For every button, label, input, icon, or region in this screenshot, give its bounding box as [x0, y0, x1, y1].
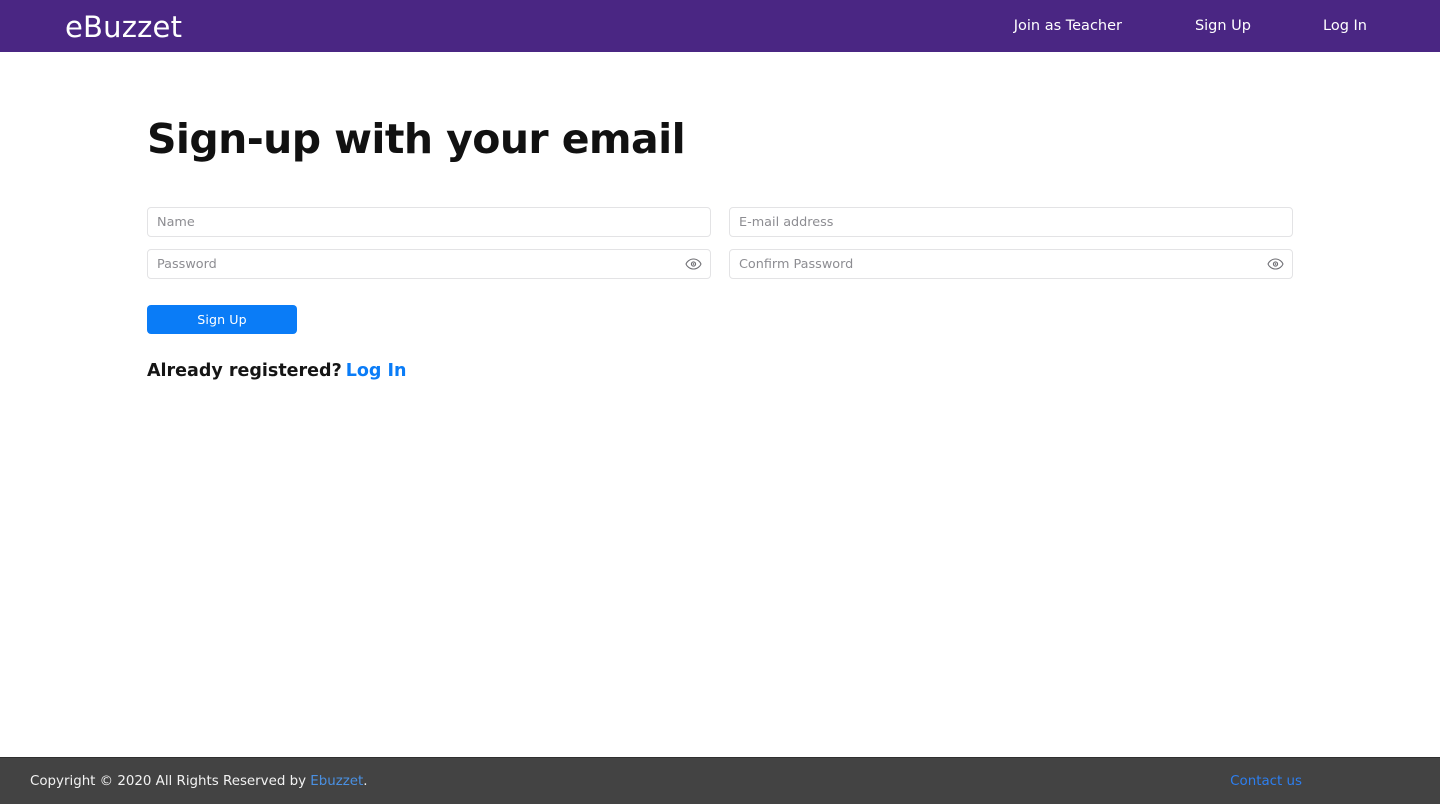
eye-icon [685, 258, 702, 270]
toggle-confirm-password-visibility-button[interactable] [1267, 256, 1284, 272]
signup-form [147, 207, 1293, 291]
page-footer: Copyright © 2020 All Rights Reserved by … [0, 757, 1440, 804]
brand-logo[interactable]: eBuzzet [65, 11, 182, 43]
already-registered: Already registered? Log In [147, 359, 407, 383]
nav-link-sign-up[interactable]: Sign Up [1195, 16, 1251, 36]
page-title: Sign-up with your email [147, 115, 686, 163]
top-navbar: eBuzzet Join as Teacher Sign Up Log In [0, 0, 1440, 52]
eye-icon [1267, 258, 1284, 270]
confirm-password-field [729, 249, 1293, 279]
main-content: Sign-up with your email Name E-mail addr… [0, 52, 1440, 757]
log-in-link[interactable]: Log In [346, 361, 407, 381]
nav-link-join-as-teacher[interactable]: Join as Teacher [1014, 16, 1122, 36]
email-field [729, 207, 1293, 237]
name-input[interactable] [147, 207, 711, 237]
copyright-period: . [363, 774, 368, 789]
copyright-text: Copyright © 2020 All Rights Reserved by [30, 774, 311, 789]
password-field [147, 249, 711, 279]
password-input[interactable] [147, 249, 711, 279]
footer-copyright: Copyright © 2020 All Rights Reserved by … [30, 773, 368, 791]
contact-us-link[interactable]: Contact us [1230, 773, 1302, 791]
toggle-password-visibility-button[interactable] [685, 256, 702, 272]
form-row-1 [147, 207, 1293, 237]
name-field [147, 207, 711, 237]
form-row-2 [147, 249, 1293, 279]
confirm-password-input[interactable] [729, 249, 1293, 279]
ebuzzet-link[interactable]: Ebuzzet [310, 774, 363, 789]
sign-up-submit-button[interactable]: Sign Up [147, 305, 297, 334]
already-registered-label: Already registered? [147, 361, 342, 381]
email-input[interactable] [729, 207, 1293, 237]
signup-page: eBuzzet Join as Teacher Sign Up Log In S… [0, 0, 1440, 804]
nav-link-log-in[interactable]: Log In [1323, 16, 1367, 36]
